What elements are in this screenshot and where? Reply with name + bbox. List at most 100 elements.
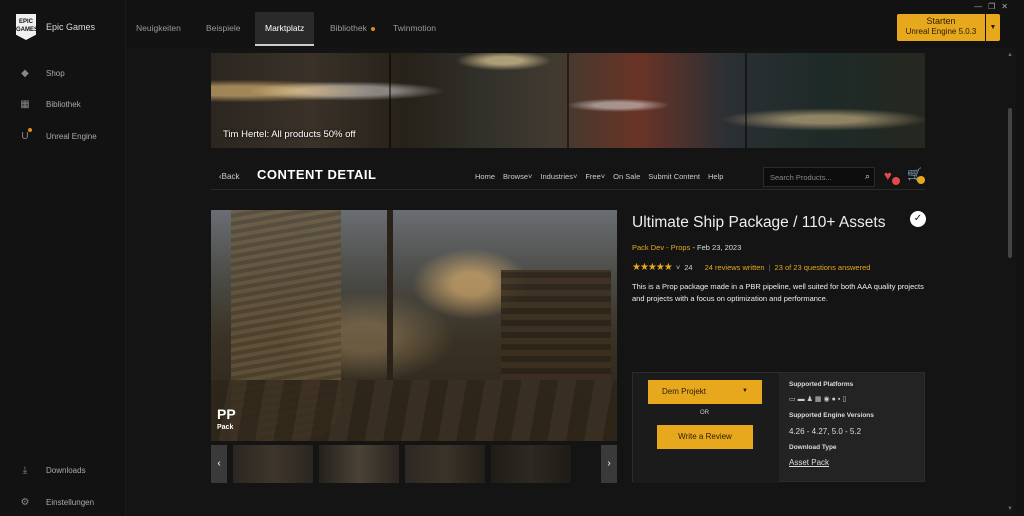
chevron-down-icon[interactable]: ˅	[676, 263, 680, 272]
sidebar-item-label: Unreal Engine	[46, 131, 97, 141]
nav-browse[interactable]: Browse˅	[503, 172, 532, 181]
nav-free[interactable]: Free˅	[585, 172, 605, 181]
grid-icon: ▦	[20, 98, 30, 110]
search-icon[interactable]: ⌕	[865, 171, 870, 182]
vr-icon: ◉	[823, 396, 832, 403]
back-link[interactable]: ‹Back	[219, 172, 239, 181]
product-title: Ultimate Ship Package / 110+ Assets	[632, 214, 886, 231]
wishlist-heart-icon[interactable]: ♥	[884, 168, 900, 185]
separator: |	[768, 263, 771, 272]
or-divider: OR	[700, 410, 709, 416]
page-title: CONTENT DETAIL	[257, 167, 377, 182]
scrollbar-thumb[interactable]	[1008, 108, 1012, 258]
button-label: Dem Projekt	[662, 387, 707, 396]
caret-down-icon: ▼	[742, 388, 748, 394]
tab-marktplatz[interactable]: Marktplatz	[255, 12, 315, 46]
thumbnail-strip: ‹ ›	[211, 445, 617, 483]
chevron-down-icon: ▼	[989, 24, 997, 31]
epic-logo-icon: EPIC GAMES	[16, 14, 36, 40]
close-icon[interactable]: ✕	[1001, 2, 1014, 11]
sidebar-item-settings[interactable]: ⚙ Einstellungen	[18, 495, 95, 509]
product-main-image[interactable]: PP Pack	[211, 210, 617, 441]
watermark-sub: Pack	[217, 424, 234, 431]
questions-link[interactable]: 23 of 23 questions answered	[775, 263, 871, 272]
reviews-link[interactable]: 24 reviews written	[705, 263, 765, 272]
download-type[interactable]: Asset Pack	[789, 458, 829, 467]
thumb-prev-button[interactable]: ‹	[211, 445, 227, 483]
wishlist-badge	[892, 177, 900, 185]
release-date: Feb 23, 2023	[697, 243, 742, 252]
nav-home[interactable]: Home	[475, 172, 495, 181]
scroll-down-icon[interactable]: ▼	[1007, 506, 1013, 512]
tab-twinmotion[interactable]: Twinmotion	[383, 12, 446, 46]
launch-button[interactable]: Starten Unreal Engine 5.0.3	[897, 14, 985, 41]
maximize-icon[interactable]: ❐	[988, 2, 1001, 11]
thumbnail[interactable]	[405, 445, 485, 483]
tab-beispiele[interactable]: Beispiele	[196, 12, 251, 46]
sidebar-item-library[interactable]: ▦ Bibliothek	[18, 97, 81, 111]
tab-label: Bibliothek	[330, 23, 367, 33]
sidebar-item-label: Bibliothek	[46, 99, 81, 109]
rating-line: ★★★★★ ˅ 24 24 reviews written | 23 of 23…	[632, 262, 870, 273]
add-to-project-button[interactable]: Dem Projekt ▼	[648, 380, 762, 404]
nav-submit-content[interactable]: Submit Content	[648, 172, 700, 181]
thumbnail[interactable]	[319, 445, 399, 483]
nav-help[interactable]: Help	[708, 172, 723, 181]
window-controls[interactable]: —❐✕	[974, 2, 1014, 11]
brand[interactable]: EPIC GAMES Epic Games	[16, 14, 95, 40]
banner-divider	[389, 53, 391, 148]
engine-versions: 4.26 - 4.27, 5.0 - 5.2	[789, 427, 862, 436]
purchase-panel: Dem Projekt ▼ OR Write a Review Supporte…	[632, 372, 925, 483]
seller-banner[interactable]: Tim Hertel: All products 50% off	[211, 53, 925, 148]
search-placeholder: Search Products...	[770, 173, 832, 182]
search-input[interactable]: Search Products... ⌕	[763, 167, 875, 187]
nav-industries[interactable]: Industries˅	[540, 172, 577, 181]
sidebar-item-downloads[interactable]: ⤓ Downloads	[18, 463, 86, 477]
marketplace-content: ▲ ▼ Tim Hertel: All products 50% off ‹Ba…	[126, 48, 1016, 516]
launch-dropdown-button[interactable]: ▼	[986, 14, 1000, 41]
sidebar-item-unreal-engine[interactable]: U Unreal Engine	[18, 128, 97, 143]
publisher-link[interactable]: Pack Dev - Props	[632, 243, 690, 252]
minimize-icon[interactable]: —	[974, 2, 988, 11]
thumb-next-button[interactable]: ›	[601, 445, 617, 483]
cart-icon[interactable]: 🛒	[907, 167, 925, 184]
star-rating-icon[interactable]: ★★★★★	[632, 262, 673, 273]
tag-icon: ◆	[21, 67, 29, 79]
scroll-up-icon[interactable]: ▲	[1007, 52, 1013, 58]
sidebar: EPIC GAMES Epic Games ◆ Shop ▦ Bibliothe…	[0, 0, 126, 516]
write-review-button[interactable]: Write a Review	[657, 425, 753, 449]
linux-icon: ♟	[806, 396, 815, 403]
publisher-watermark: PP Pack	[217, 407, 236, 435]
thumbnail[interactable]	[491, 445, 571, 483]
subnav-links: Home Browse˅ Industries˅ Free˅ On Sale S…	[475, 172, 723, 181]
engine-versions-label: Supported Engine Versions	[789, 412, 874, 419]
purchase-actions: Dem Projekt ▼ OR Write a Review	[633, 373, 779, 483]
chevron-right-icon: ›	[607, 458, 611, 469]
phone-icon: ▯	[842, 396, 849, 403]
notification-dot	[370, 26, 375, 31]
image-deck-detail	[211, 380, 617, 441]
windows-icon: ▦	[814, 396, 824, 403]
download-type-label: Download Type	[789, 444, 837, 451]
cart-badge	[917, 176, 925, 184]
chevron-left-icon: ‹	[217, 458, 221, 469]
tab-bibliothek[interactable]: Bibliothek	[320, 12, 385, 46]
gear-icon: ⚙	[20, 496, 30, 508]
watermark-text: PP	[217, 406, 236, 422]
nav-label: Industries	[540, 172, 573, 181]
thumbnail[interactable]	[233, 445, 313, 483]
product-description: This is a Prop package made in a PBR pip…	[632, 282, 924, 303]
download-icon: ⤓	[22, 464, 28, 476]
image-stairs-detail	[501, 270, 611, 380]
unreal-icon: U	[18, 128, 32, 143]
banner-divider	[567, 53, 569, 148]
banner-caption: Tim Hertel: All products 50% off	[223, 129, 356, 140]
product-meta: Pack Dev - Props - Feb 23, 2023	[632, 243, 741, 252]
sidebar-item-label: Einstellungen	[46, 497, 95, 507]
nav-on-sale[interactable]: On Sale	[613, 172, 640, 181]
platform-icons: ▭▬♟▦◉●▪▯	[789, 395, 848, 403]
sidebar-item-shop[interactable]: ◆ Shop	[18, 66, 65, 80]
launch-version: Unreal Engine 5.0.3	[905, 27, 977, 36]
epic-launcher-window: EPIC GAMES Epic Games ◆ Shop ▦ Bibliothe…	[0, 0, 1024, 516]
tab-neuigkeiten[interactable]: Neuigkeiten	[126, 12, 191, 46]
